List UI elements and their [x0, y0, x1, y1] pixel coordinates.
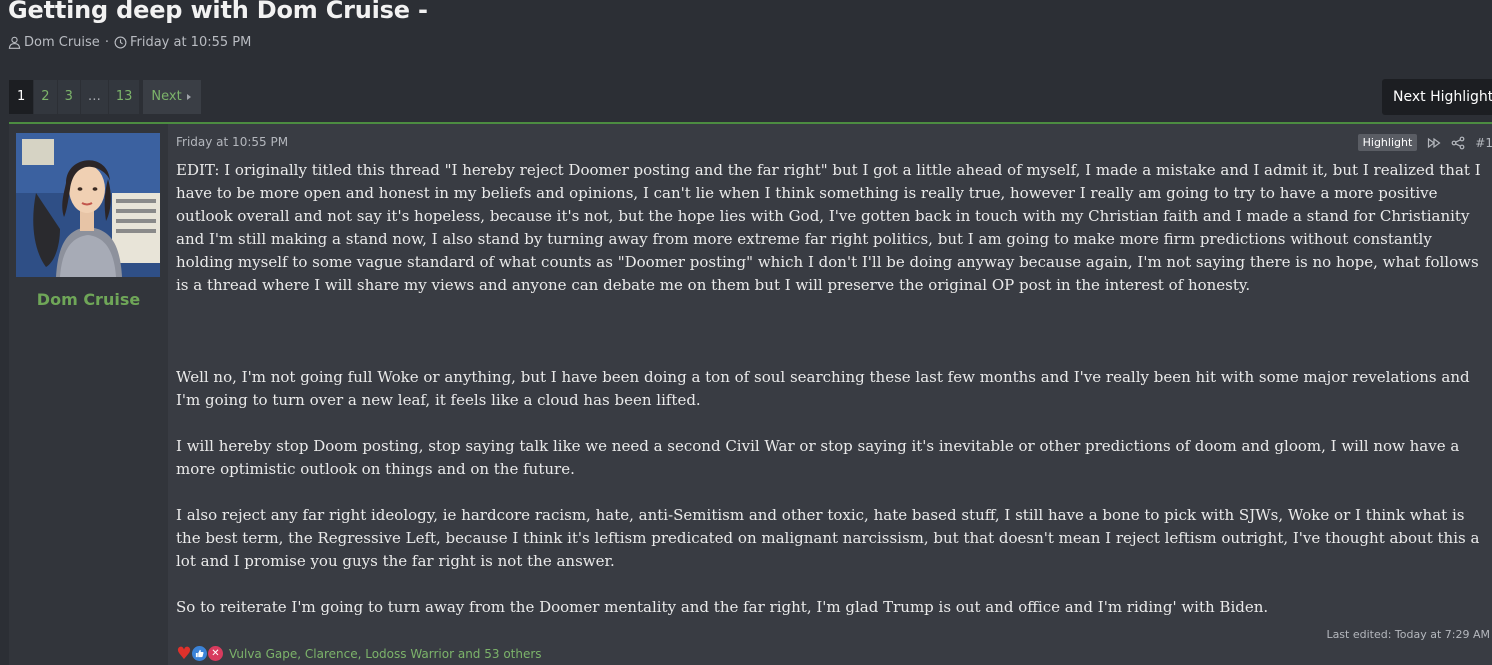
post-user-cell: Dom Cruise: [9, 124, 168, 665]
post: Dom Cruise Friday at 10:55 PM Highlight …: [9, 122, 1492, 665]
pagination: 1 2 3 … 13 Next: [9, 80, 201, 114]
user-icon: [8, 36, 21, 49]
thread-date-link[interactable]: Friday at 10:55 PM: [130, 35, 251, 50]
post-number-link[interactable]: #1: [1475, 136, 1492, 150]
page-link[interactable]: 3: [57, 80, 80, 114]
meta-separator: ·: [104, 35, 109, 50]
post-paragraph: I also reject any far right ideology, ie…: [176, 506, 1480, 570]
reactions-bar: ♥ ✕ Vulva Gape, Clarence, Lodoss Warrior…: [176, 644, 542, 664]
page-link[interactable]: 2: [34, 80, 57, 114]
share-icon[interactable]: [1451, 136, 1465, 150]
post-tools: Highlight #1: [1357, 134, 1492, 151]
highlight-badge[interactable]: Highlight: [1357, 134, 1418, 151]
dislike-icon[interactable]: ✕: [207, 645, 224, 662]
last-edited: Last edited: Today at 7:29 AM: [1326, 628, 1490, 641]
page-link-current[interactable]: 1: [9, 80, 34, 114]
post-paragraph: EDIT: I originally titled this thread "I…: [176, 161, 1481, 294]
post-paragraph: Well no, I'm not going full Woke or anyt…: [176, 368, 1470, 409]
reaction-users-link[interactable]: Vulva Gape, Clarence, Lodoss Warrior and…: [229, 647, 542, 661]
thread-page: Getting deep with Dom Cruise - Dom Cruis…: [0, 0, 1492, 665]
like-icon[interactable]: [191, 645, 208, 662]
fast-forward-icon[interactable]: [1427, 136, 1441, 150]
avatar[interactable]: [16, 133, 160, 277]
post-username[interactable]: Dom Cruise: [9, 290, 168, 309]
thread-meta: Dom Cruise · Friday at 10:55 PM: [8, 35, 251, 50]
page-jump-ellipsis[interactable]: …: [80, 80, 108, 114]
thread-title: Getting deep with Dom Cruise -: [8, 0, 428, 24]
post-paragraph: So to reiterate I'm going to turn away f…: [176, 598, 1269, 616]
clock-icon: [114, 36, 127, 49]
next-page-button[interactable]: Next: [143, 80, 201, 114]
post-date-link[interactable]: Friday at 10:55 PM: [176, 135, 288, 149]
next-page-label: Next: [151, 89, 182, 104]
thread-author-link[interactable]: Dom Cruise: [24, 35, 100, 50]
post-body: EDIT: I originally titled this thread "I…: [176, 159, 1486, 619]
page-link-last[interactable]: 13: [108, 80, 140, 114]
next-highlight-button[interactable]: Next Highlight: [1382, 79, 1492, 115]
heart-icon[interactable]: ♥: [176, 644, 192, 664]
caret-right-icon: [186, 94, 191, 100]
post-paragraph: I will hereby stop Doom posting, stop sa…: [176, 437, 1460, 478]
